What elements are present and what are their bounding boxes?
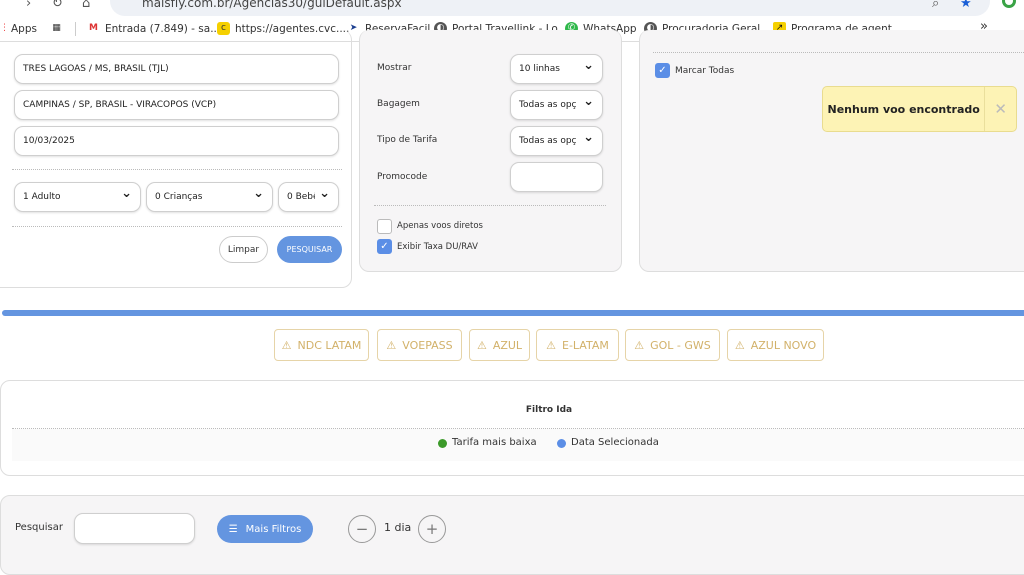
date-value: 10/03/2025 [23, 136, 75, 146]
search-button[interactable]: PESQUISAR [277, 236, 342, 263]
airline-chip-azul[interactable]: ⚠ AZUL [469, 329, 530, 361]
chip-label: VOEPASS [402, 338, 453, 352]
more-filters-button[interactable]: ☰ Mais Filtros [217, 515, 313, 543]
show-fee-checkbox[interactable]: ✓ [377, 239, 392, 254]
divider [653, 52, 1024, 53]
clear-label: Limpar [227, 244, 260, 255]
chip-label: AZUL [492, 338, 523, 352]
plus-icon: + [425, 520, 439, 538]
home-icon[interactable]: ⌂ [82, 0, 90, 11]
airline-chip-e-latam[interactable]: ⚠ E-LATAM [536, 329, 619, 361]
show-fee-label: Exibir Taxa DU/RAV [397, 242, 478, 252]
airline-chip-ndc-latam[interactable]: ⚠ NDC LATAM [274, 329, 369, 361]
address-bar[interactable]: maisfly.com.br/Agencias30/guiDefault.asp… [110, 0, 990, 16]
chip-label: AZUL NOVO [750, 338, 817, 352]
destination-value: CAMPINAS / SP, BRASIL - VIRACOPOS (VCP) [23, 100, 217, 110]
airline-chip-voepass[interactable]: ⚠ VOEPASS [377, 329, 462, 361]
check-icon: ✓ [380, 241, 389, 252]
adults-select[interactable]: 1 Adulto [14, 182, 141, 212]
warning-icon: ⚠ [386, 338, 397, 352]
star-icon[interactable]: ★ [960, 0, 972, 11]
show-label: Mostrar [377, 63, 412, 73]
check-icon: ✓ [658, 65, 667, 76]
fare-type-select[interactable]: Todas as opç [510, 126, 603, 156]
warning-icon: ⚠ [546, 338, 556, 352]
airline-chip-azul-novo[interactable]: ⚠ AZUL NOVO [727, 329, 824, 361]
close-icon[interactable]: ✕ [984, 87, 1016, 131]
legend-label-selected-date: Data Selecionada [571, 437, 659, 448]
results-search-input[interactable] [74, 513, 195, 544]
sliders-icon: ☰ [228, 523, 238, 535]
search-label: PESQUISAR [286, 245, 333, 254]
url-text: maisfly.com.br/Agencias30/guiDefault.asp… [142, 0, 402, 10]
clear-button[interactable]: Limpar [219, 236, 268, 263]
filter-title: Filtro Ida [525, 405, 573, 415]
fare-type-label: Tipo de Tarifa [377, 135, 438, 145]
divider [374, 205, 606, 206]
reload-icon[interactable]: ↻ [52, 0, 63, 11]
promocode-input[interactable] [510, 162, 603, 192]
decrease-days-button[interactable]: − [348, 515, 376, 543]
warning-icon: ⚠ [281, 338, 292, 352]
more-filters-label: Mais Filtros [245, 523, 302, 535]
zoom-icon[interactable]: ⌕ [932, 0, 939, 11]
warning-icon: ⚠ [734, 338, 745, 352]
select-all-label: Marcar Todas [675, 66, 735, 76]
date-input[interactable]: 10/03/2025 [14, 126, 339, 156]
destination-input[interactable]: CAMPINAS / SP, BRASIL - VIRACOPOS (VCP) [14, 90, 339, 120]
increase-days-button[interactable]: + [418, 515, 446, 543]
baggage-select[interactable]: Todas as opç [510, 90, 603, 120]
warning-icon: ⚠ [634, 338, 645, 352]
infants-select[interactable]: 0 Bebê [278, 182, 339, 212]
legend-label-lowest-fare: Tarifa mais baixa [452, 437, 537, 448]
results-search-label: Pesquisar [15, 522, 63, 533]
baggage-value: Todas as opç [519, 100, 577, 110]
select-all-checkbox[interactable]: ✓ [655, 63, 670, 78]
origin-input[interactable]: TRES LAGOAS / MS, BRASIL (TJL) [14, 54, 339, 84]
direct-flights-checkbox[interactable] [377, 219, 392, 234]
divider [12, 169, 342, 170]
airline-chip-gol-gws[interactable]: ⚠ GOL - GWS [625, 329, 720, 361]
chip-label: E-LATAM [562, 338, 609, 352]
show-select[interactable]: 10 linhas [510, 54, 603, 84]
chip-label: GOL - GWS [650, 338, 711, 352]
minus-icon: − [355, 520, 369, 538]
days-value: 1 dia [384, 521, 412, 534]
toast-message: Nenhum voo encontrado [827, 102, 980, 116]
baggage-label: Bagagem [377, 99, 420, 109]
warning-icon: ⚠ [476, 338, 487, 352]
origin-value: TRES LAGOAS / MS, BRASIL (TJL) [23, 64, 169, 74]
legend-dot-lowest-fare [438, 439, 447, 448]
adults-value: 1 Adulto [23, 192, 61, 202]
no-flights-toast: Nenhum voo encontrado ✕ [822, 86, 1017, 132]
children-select[interactable]: 0 Crianças [146, 182, 273, 212]
fare-type-value: Todas as opç [519, 136, 577, 146]
profile-icon[interactable] [1002, 0, 1016, 8]
promocode-label: Promocode [377, 172, 428, 182]
direct-flights-label: Apenas voos diretos [397, 221, 483, 231]
infants-value: 0 Bebê [287, 192, 315, 202]
show-value: 10 linhas [519, 64, 560, 74]
divider [12, 226, 342, 227]
chip-label: NDC LATAM [297, 338, 362, 352]
forward-icon[interactable]: › [26, 0, 31, 11]
progress-bar [2, 310, 1024, 316]
legend-dot-selected-date [557, 439, 566, 448]
children-value: 0 Crianças [155, 192, 203, 202]
